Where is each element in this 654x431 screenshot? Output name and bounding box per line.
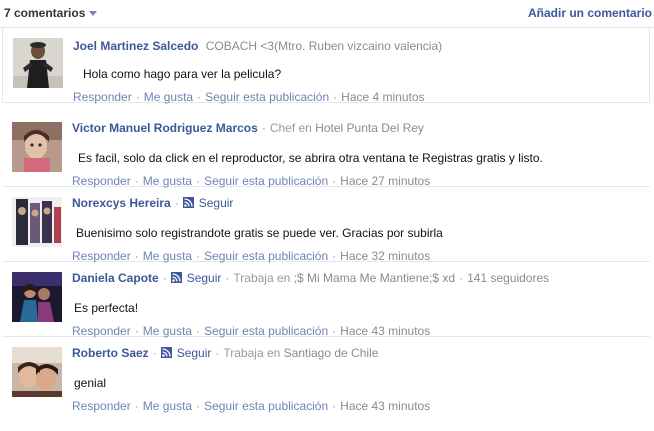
- timestamp[interactable]: Hace 27 minutos: [340, 174, 430, 188]
- comment-header: Roberto Saez · Seguir · Trabaja en Santiago …: [72, 346, 378, 360]
- separator: ·: [197, 90, 202, 104]
- separator: ·: [215, 346, 220, 360]
- timestamp[interactable]: Hace 43 minutos: [340, 399, 430, 413]
- work-label: Trabaja en: [233, 271, 291, 285]
- comment-actions: Responder · Me gusta · Seguir esta publicaci…: [72, 249, 430, 263]
- author-link[interactable]: Roberto Saez: [72, 346, 149, 360]
- reply-button[interactable]: Responder: [72, 249, 131, 263]
- rss-icon: [160, 347, 172, 358]
- separator: ·: [152, 346, 157, 360]
- comment-header: Daniela Capote · Seguir · Trabaja en ;$ Mi M…: [72, 271, 549, 285]
- separator: ·: [135, 90, 140, 104]
- comment-header: Victor Manuel Rodriguez Marcos · Chef en H…: [72, 121, 424, 135]
- follow-label: Seguir: [186, 271, 222, 285]
- separator: ·: [134, 249, 139, 263]
- separator: ·: [225, 271, 230, 285]
- comment-text: Es perfecta!: [74, 301, 139, 315]
- separator: ·: [261, 121, 266, 135]
- separator: ·: [196, 174, 201, 188]
- separator: ·: [134, 399, 139, 413]
- like-button[interactable]: Me gusta: [143, 399, 192, 413]
- author-link[interactable]: Daniela Capote: [72, 271, 159, 285]
- timestamp[interactable]: Hace 32 minutos: [340, 249, 430, 263]
- separator: ·: [134, 324, 139, 338]
- comment-actions: Responder · Me gusta · Seguir esta publicaci…: [72, 324, 430, 338]
- timestamp[interactable]: Hace 43 minutos: [340, 324, 430, 338]
- follow-button[interactable]: Seguir: [182, 196, 234, 210]
- work-label: Trabaja en: [223, 346, 281, 360]
- separator: ·: [196, 399, 201, 413]
- separator: ·: [333, 90, 338, 104]
- comment-text: genial: [74, 376, 107, 390]
- reply-button[interactable]: Responder: [72, 399, 131, 413]
- workplace-link[interactable]: Hotel Punta Del Rey: [315, 121, 424, 135]
- like-button[interactable]: Me gusta: [143, 174, 192, 188]
- comment-item: Norexcys Hereira · Seguir Buenisimo solo r…: [2, 187, 650, 263]
- rss-icon: [170, 272, 182, 283]
- comment-header: Norexcys Hereira · Seguir: [72, 196, 233, 210]
- avatar[interactable]: [12, 272, 62, 322]
- separator: ·: [459, 271, 464, 285]
- comment-text: Buenisimo solo registrandote gratis se p…: [76, 226, 443, 240]
- comment-item: Roberto Saez · Seguir · Trabaja en Santiago …: [2, 337, 650, 413]
- like-button[interactable]: Me gusta: [143, 324, 192, 338]
- avatar[interactable]: [13, 38, 63, 88]
- reply-button[interactable]: Responder: [73, 90, 132, 104]
- follow-label: Seguir: [176, 346, 212, 360]
- add-comment-link[interactable]: Añadir un comentario: [528, 6, 652, 20]
- separator: ·: [196, 324, 201, 338]
- follow-button[interactable]: Seguir: [160, 346, 212, 360]
- rss-icon: [182, 197, 194, 208]
- comment-actions: Responder · Me gusta · Seguir esta publicaci…: [73, 90, 425, 104]
- follow-button[interactable]: Seguir: [170, 271, 222, 285]
- comments-header: 7 comentarios Añadir un comentario: [0, 0, 654, 28]
- comment-actions: Responder · Me gusta · Seguir esta publicaci…: [72, 174, 430, 188]
- author-link[interactable]: Norexcys Hereira: [72, 196, 171, 210]
- separator: ·: [332, 249, 337, 263]
- separator: ·: [332, 324, 337, 338]
- comment-count-dropdown[interactable]: 7 comentarios: [4, 6, 98, 20]
- follow-post-button[interactable]: Seguir esta publicación: [204, 249, 328, 263]
- job-title: Chef en: [269, 121, 312, 135]
- separator: ·: [174, 196, 179, 210]
- avatar[interactable]: [12, 197, 62, 247]
- author-link[interactable]: Victor Manuel Rodriguez Marcos: [72, 121, 258, 135]
- follow-post-button[interactable]: Seguir esta publicación: [204, 399, 328, 413]
- author-link[interactable]: Joel Martinez Salcedo: [73, 39, 198, 53]
- avatar[interactable]: [12, 347, 62, 397]
- comment-header: Joel Martinez Salcedo COBACH <3(Mtro. Ru…: [73, 39, 442, 53]
- followers-count: 141 seguidores: [467, 271, 550, 285]
- reply-button[interactable]: Responder: [72, 324, 131, 338]
- avatar[interactable]: [12, 122, 62, 172]
- workplace-link[interactable]: ;$ Mi Mama Me Mantiene;$ xd: [294, 271, 455, 285]
- follow-post-button[interactable]: Seguir esta publicación: [204, 324, 328, 338]
- timestamp[interactable]: Hace 4 minutos: [341, 90, 424, 104]
- separator: ·: [134, 174, 139, 188]
- follow-label: Seguir: [198, 196, 234, 210]
- chevron-down-icon: [89, 11, 98, 17]
- like-button[interactable]: Me gusta: [144, 90, 193, 104]
- separator: ·: [196, 249, 201, 263]
- follow-post-button[interactable]: Seguir esta publicación: [204, 174, 328, 188]
- reply-button[interactable]: Responder: [72, 174, 131, 188]
- comment-text: Es facil, solo da click en el reproducto…: [78, 151, 543, 165]
- comment-text: Hola como hago para ver la pelicula?: [83, 67, 282, 81]
- workplace-link[interactable]: Santiago de Chile: [284, 346, 379, 360]
- author-affiliation[interactable]: COBACH <3(Mtro. Ruben vizcaino valencia): [206, 39, 442, 53]
- comment-item: Victor Manuel Rodriguez Marcos · Chef en H…: [2, 112, 650, 188]
- like-button[interactable]: Me gusta: [143, 249, 192, 263]
- comment-item: Joel Martinez Salcedo COBACH <3(Mtro. Ru…: [2, 28, 650, 104]
- comment-actions: Responder · Me gusta · Seguir esta publicaci…: [72, 399, 430, 413]
- follow-post-button[interactable]: Seguir esta publicación: [205, 90, 329, 104]
- comment-item: Daniela Capote · Seguir · Trabaja en ;$ Mi M…: [2, 262, 650, 338]
- separator: ·: [332, 399, 337, 413]
- comment-count-label: 7 comentarios: [4, 6, 86, 20]
- separator: ·: [162, 271, 167, 285]
- separator: ·: [332, 174, 337, 188]
